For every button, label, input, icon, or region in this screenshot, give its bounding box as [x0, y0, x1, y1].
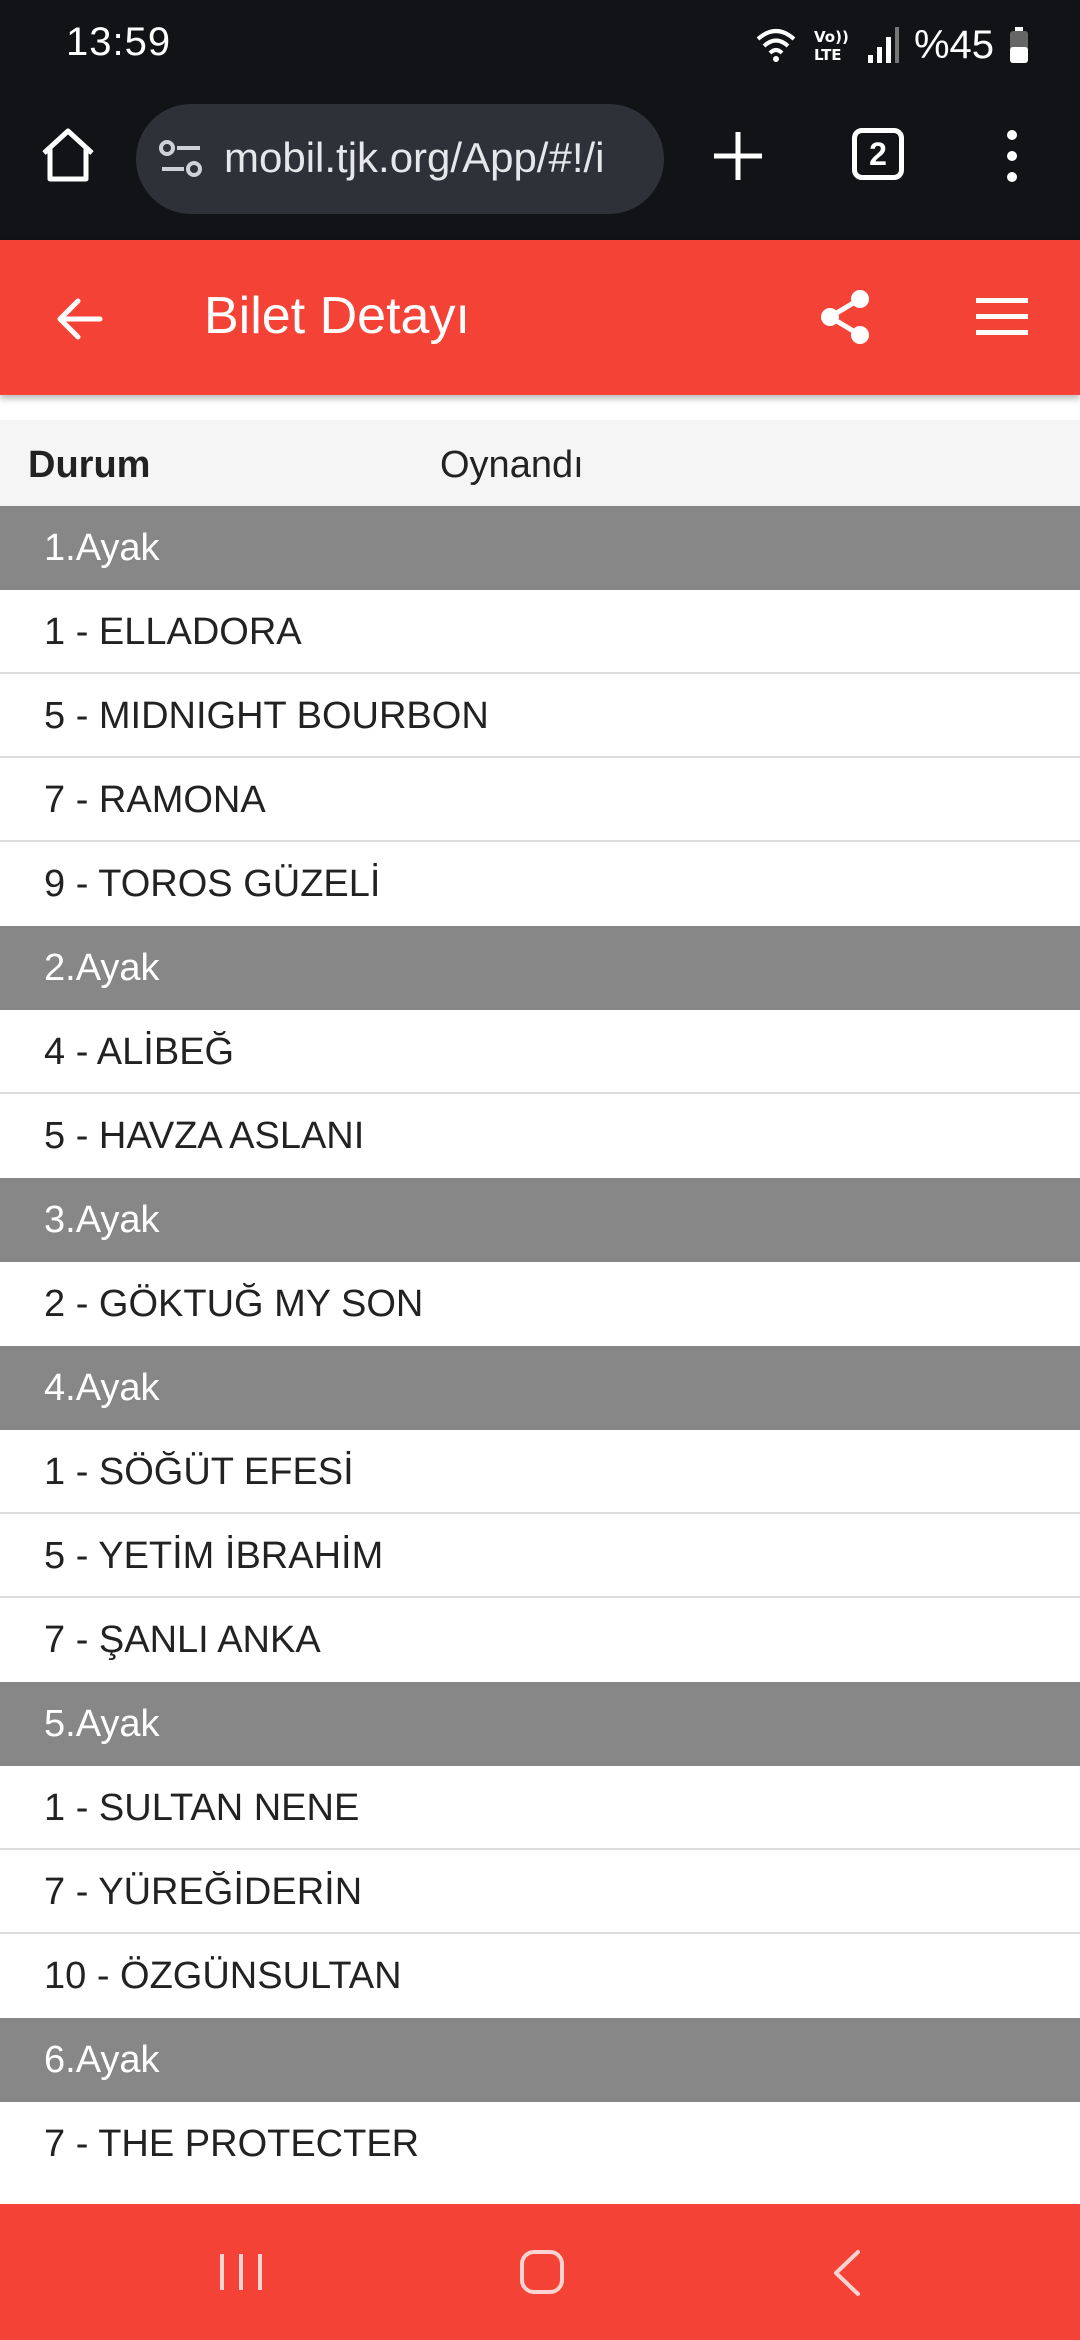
signal-icon [867, 27, 899, 63]
horse-row: 7 - THE PROTECTER [0, 2102, 1080, 2186]
recents-icon[interactable] [216, 2250, 266, 2294]
leg-header: 3.Ayak [0, 1178, 1080, 1262]
share-icon[interactable] [816, 288, 874, 346]
browser-menu-icon[interactable] [1000, 126, 1024, 186]
browser-toolbar: mobil.tjk.org/App/#!/i 2 [0, 90, 1080, 240]
system-nav-bar [0, 2204, 1080, 2340]
browser-home-icon[interactable] [36, 123, 100, 187]
status-value: Oynandı [440, 444, 584, 486]
horse-row: 1 - ELLADORA [0, 590, 1080, 674]
leg-header: 2.Ayak [0, 926, 1080, 1010]
status-icons: Vo)) LTE %45 [754, 18, 1030, 72]
svg-text:Vo)): Vo)) [814, 28, 849, 46]
ticket-details: Durum Oynandı 1.Ayak 1 - ELLADORA 5 - MIDN… [0, 420, 1080, 2186]
site-settings-icon[interactable] [158, 138, 204, 180]
horse-row: 5 - MIDNIGHT BOURBON [0, 674, 1080, 758]
horse-row: 5 - HAVZA ASLANI [0, 1094, 1080, 1178]
hamburger-menu-icon[interactable] [974, 294, 1030, 340]
status-label: Durum [28, 444, 151, 486]
horse-row: 9 - TOROS GÜZELİ [0, 842, 1080, 926]
horse-row: 2 - GÖKTUĞ MY SON [0, 1262, 1080, 1346]
leg-header: 5.Ayak [0, 1682, 1080, 1766]
battery-icon [1010, 27, 1028, 63]
horse-row: 4 - ALİBEĞ [0, 1010, 1080, 1094]
page-title: Bilet Detayı [204, 287, 470, 345]
leg-header: 4.Ayak [0, 1346, 1080, 1430]
horse-row: 1 - SÖĞÜT EFESİ [0, 1430, 1080, 1514]
horse-row: 5 - YETİM İBRAHİM [0, 1514, 1080, 1598]
app-header: Bilet Detayı [0, 240, 1080, 395]
horse-row: 7 - ŞANLI ANKA [0, 1598, 1080, 1682]
url-bar[interactable]: mobil.tjk.org/App/#!/i [136, 104, 664, 214]
horse-row: 10 - ÖZGÜNSULTAN [0, 1934, 1080, 2018]
horse-row: 7 - RAMONA [0, 758, 1080, 842]
leg-header: 1.Ayak [0, 506, 1080, 590]
back-arrow-icon[interactable] [54, 294, 104, 344]
tab-switcher-button[interactable]: 2 [852, 128, 904, 180]
status-time: 13:59 [66, 20, 172, 64]
volte-icon: Vo)) LTE [814, 28, 849, 64]
new-tab-icon[interactable] [708, 126, 768, 186]
legs-list: 1.Ayak 1 - ELLADORA 5 - MIDNIGHT BOURBON 7 … [0, 506, 1080, 2186]
nav-back-icon[interactable] [830, 2248, 862, 2298]
home-icon[interactable] [518, 2248, 566, 2296]
leg-header: 6.Ayak [0, 2018, 1080, 2102]
horse-row: 7 - YÜREĞİDERİN [0, 1850, 1080, 1934]
horse-row: 1 - SULTAN NENE [0, 1766, 1080, 1850]
url-text[interactable]: mobil.tjk.org/App/#!/i [224, 134, 654, 182]
wifi-icon [756, 29, 796, 62]
svg-text:LTE: LTE [814, 46, 842, 64]
status-row: Durum Oynandı [0, 420, 1080, 506]
status-bar: 13:59 Vo)) LTE %45 [0, 0, 1080, 90]
battery-percent: %45 [913, 22, 994, 67]
